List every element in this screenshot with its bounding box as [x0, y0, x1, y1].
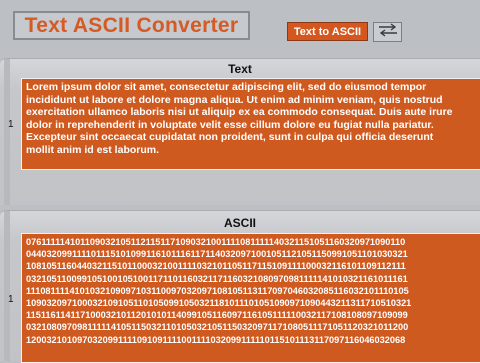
ascii-line: 1090320971000321091051101050991050321181…	[26, 298, 412, 309]
text-to-ascii-button[interactable]: Text to ASCII	[287, 22, 368, 41]
swap-button[interactable]	[373, 22, 402, 42]
text-line: incididunt ut labore et dolore magna ali…	[26, 93, 443, 106]
ascii-line: 0440320991111011151010991161011161171140…	[26, 249, 408, 260]
text-input-area[interactable]: Lorem ipsum dolor sit amet, consectetur …	[21, 78, 480, 170]
ascii-row-number: 1	[8, 294, 14, 305]
ascii-line: 0761111141011090321051121151171090321001…	[26, 237, 406, 247]
text-line: dolor in reprehenderit in voluptate veli…	[26, 118, 434, 131]
panel-edge	[4, 211, 10, 361]
text-line: mollit anim id est laborum.	[26, 143, 160, 156]
panel-edge	[4, 59, 10, 205]
text-line: Excepteur sint occaecat cupidatat non pr…	[26, 131, 434, 144]
swap-arrows-icon	[377, 22, 399, 42]
ascii-line: 0321080970981111141051150321101050321051…	[26, 322, 409, 333]
text-line: Lorem ipsum dolor sit amet, consectetur …	[26, 81, 427, 93]
ascii-panel-title: ASCII	[223, 216, 256, 230]
text-line: exercitation ullamco laboris nisi ut ali…	[26, 106, 453, 119]
ascii-line: 1151161141171000321011201010114099105116…	[26, 310, 408, 321]
text-row-number: 1	[8, 119, 14, 130]
app-title: Text ASCII Converter	[13, 11, 250, 40]
ascii-line: 0321051100991051001051001171101160321171…	[26, 273, 408, 284]
ascii-output-area[interactable]: 0761111141011090321051121151171090321001…	[21, 233, 480, 363]
ascii-line: 1081051160440321151011000321001111032101…	[26, 261, 406, 272]
ascii-line: 1200321010970320991111091091111001111032…	[26, 334, 406, 345]
ascii-line: 1110811114101032109097103110097032097108…	[26, 285, 409, 296]
text-panel-title: Text	[228, 62, 252, 76]
